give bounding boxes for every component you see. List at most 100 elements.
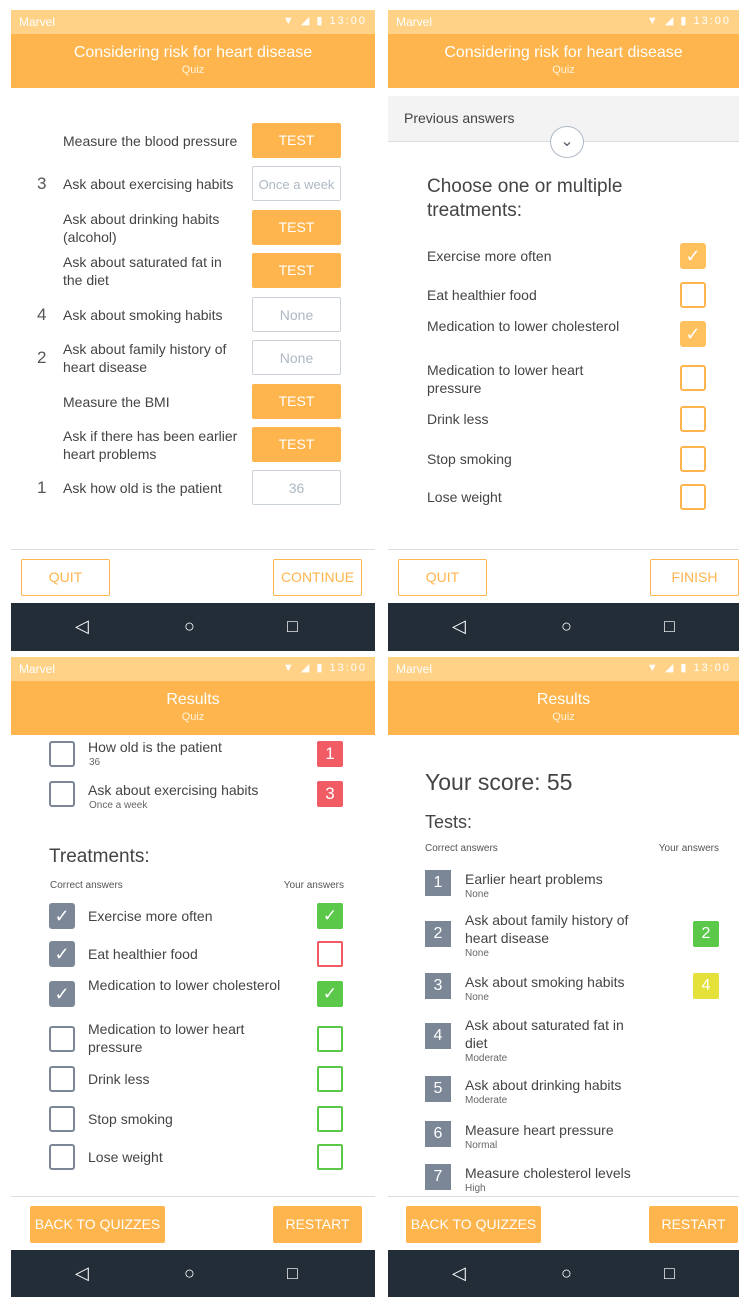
back-icon[interactable]: ◁ — [75, 616, 89, 636]
question-label: Ask about saturated fat in the diet — [63, 254, 222, 288]
test-value: Moderate — [465, 1095, 508, 1106]
quit-button[interactable]: QUIT — [21, 559, 110, 596]
carrier-name: Marvel — [396, 662, 433, 676]
results-score-screen: Marvel ▼ ◢ ▮ 13:00 Results Quiz Your sco… — [388, 657, 739, 1297]
status-icons: ▼ ◢ ▮ 13:00 — [283, 661, 367, 674]
back-to-quizzes-button[interactable]: BACK TO QUIZZES — [30, 1206, 165, 1243]
treatment-checkbox[interactable] — [680, 406, 706, 432]
treatment-label: Stop smoking — [427, 451, 512, 467]
treatment-row[interactable]: Lose weight — [388, 484, 739, 520]
treatment-checkbox[interactable] — [680, 484, 706, 510]
tests-heading: Tests: — [425, 812, 473, 832]
footer-bar: BACK TO QUIZZES RESTART — [11, 1196, 375, 1250]
clock: 13:00 — [693, 15, 731, 27]
wifi-icon: ▼ — [282, 15, 296, 27]
home-icon[interactable]: ○ — [184, 616, 195, 636]
finish-button[interactable]: FINISH — [650, 559, 739, 596]
score-test-row: 2 Ask about family history of heart dise… — [388, 912, 739, 961]
test-label: Ask about family history of heart diseas… — [465, 912, 629, 946]
battery-icon: ▮ — [680, 662, 689, 674]
rank-number: 4 — [37, 305, 47, 324]
correct-checkbox — [49, 1106, 75, 1132]
rank-number: 2 — [37, 348, 47, 367]
answer-value[interactable]: None — [252, 297, 341, 332]
home-icon[interactable]: ○ — [184, 1263, 195, 1283]
test-value: 36 — [89, 757, 101, 768]
signal-icon: ◢ — [664, 15, 676, 27]
continue-button[interactable]: CONTINUE — [273, 559, 362, 596]
treatment-row[interactable]: Drink less — [388, 406, 739, 442]
treatment-label: Drink less — [427, 411, 489, 427]
your-answer-rank — [693, 870, 719, 896]
treatment-checkbox[interactable]: ✓ — [680, 321, 706, 347]
treatment-checkbox[interactable] — [680, 446, 706, 472]
treatment-checkbox[interactable] — [680, 282, 706, 308]
recent-apps-icon[interactable]: □ — [287, 1263, 298, 1283]
treatment-checkbox[interactable]: ✓ — [680, 243, 706, 269]
battery-icon: ▮ — [680, 15, 689, 27]
treatment-row[interactable]: Medication to lower cholesterol ✓ — [388, 318, 739, 357]
answer-value[interactable]: 36 — [252, 470, 341, 505]
screen-subtitle: Quiz — [181, 64, 205, 76]
result-treatment-row: ✓ Medication to lower cholesterol ✓ — [11, 977, 375, 1021]
back-icon[interactable]: ◁ — [452, 1263, 466, 1283]
treatment-checkbox[interactable] — [680, 365, 706, 391]
back-icon[interactable]: ◁ — [452, 616, 466, 636]
your-answer-checkbox: ✓ — [317, 981, 343, 1007]
status-bar: Marvel ▼ ◢ ▮ 13:00 — [11, 10, 375, 34]
treatment-row[interactable]: Stop smoking — [388, 446, 739, 482]
test-button[interactable]: TEST — [252, 384, 341, 419]
test-value: High — [465, 1183, 486, 1194]
chevron-down-icon[interactable]: ⌄ — [550, 126, 584, 158]
answer-value[interactable]: None — [252, 340, 341, 375]
result-treatment-row: Lose weight — [11, 1144, 375, 1184]
treatment-row[interactable]: Medication to lower heart pressure — [388, 362, 739, 401]
test-button[interactable]: TEST — [252, 253, 341, 288]
restart-button[interactable]: RESTART — [649, 1206, 738, 1243]
screen-title: Considering risk for heart disease — [444, 44, 683, 61]
quit-button[interactable]: QUIT — [398, 559, 487, 596]
back-to-quizzes-button[interactable]: BACK TO QUIZZES — [406, 1206, 541, 1243]
test-label: Measure cholesterol levels — [465, 1165, 631, 1181]
test-button[interactable]: TEST — [252, 123, 341, 158]
question-label: Measure the BMI — [63, 394, 170, 410]
battery-icon: ▮ — [316, 15, 325, 27]
back-icon[interactable]: ◁ — [75, 1263, 89, 1283]
treatment-row[interactable]: Eat healthier food — [388, 282, 739, 318]
status-bar: Marvel ▼ ◢ ▮ 13:00 — [11, 657, 375, 681]
recent-apps-icon[interactable]: □ — [287, 616, 298, 636]
question-label: Ask about exercising habits — [63, 176, 234, 192]
test-button[interactable]: TEST — [252, 427, 341, 462]
test-value: Normal — [465, 1140, 498, 1151]
correct-rank: 1 — [425, 870, 451, 896]
correct-checkbox: ✓ — [49, 903, 75, 929]
home-icon[interactable]: ○ — [561, 616, 572, 636]
carrier-name: Marvel — [19, 662, 56, 676]
carrier-name: Marvel — [19, 15, 56, 29]
score-test-row: 4 Ask about saturated fat in diet Modera… — [388, 1017, 739, 1064]
correct-rank: 6 — [425, 1121, 451, 1147]
recent-apps-icon[interactable]: □ — [664, 1263, 675, 1283]
question-row: 1 Ask how old is the patient 36 — [11, 470, 375, 506]
treatment-label: Eat healthier food — [427, 287, 537, 303]
home-icon[interactable]: ○ — [561, 1263, 572, 1283]
your-answer-rank — [693, 1164, 719, 1190]
android-nav-bar: ◁ ○ □ — [11, 1250, 375, 1297]
question-label: Ask about drinking habits (alcohol) — [63, 211, 220, 245]
recent-apps-icon[interactable]: □ — [664, 616, 675, 636]
correct-rank: 4 — [425, 1023, 451, 1049]
treatment-row[interactable]: Exercise more often ✓ — [388, 243, 739, 279]
quiz-tests-screen: Marvel ▼ ◢ ▮ 13:00 Considering risk for … — [11, 10, 375, 651]
correct-rank: 5 — [425, 1076, 451, 1102]
footer-bar: BACK TO QUIZZES RESTART — [388, 1196, 739, 1250]
clock: 13:00 — [329, 662, 367, 674]
treatment-label: Drink less — [88, 1071, 150, 1087]
screen-subtitle: Quiz — [552, 711, 575, 723]
answer-value[interactable]: Once a week — [252, 166, 341, 201]
restart-button[interactable]: RESTART — [273, 1206, 362, 1243]
status-bar: Marvel ▼ ◢ ▮ 13:00 — [388, 657, 739, 681]
correct-checkbox: ✓ — [49, 941, 75, 967]
app-bar: Results Quiz — [11, 681, 375, 735]
status-icons: ▼ ◢ ▮ 13:00 — [647, 14, 731, 27]
test-button[interactable]: TEST — [252, 210, 341, 245]
